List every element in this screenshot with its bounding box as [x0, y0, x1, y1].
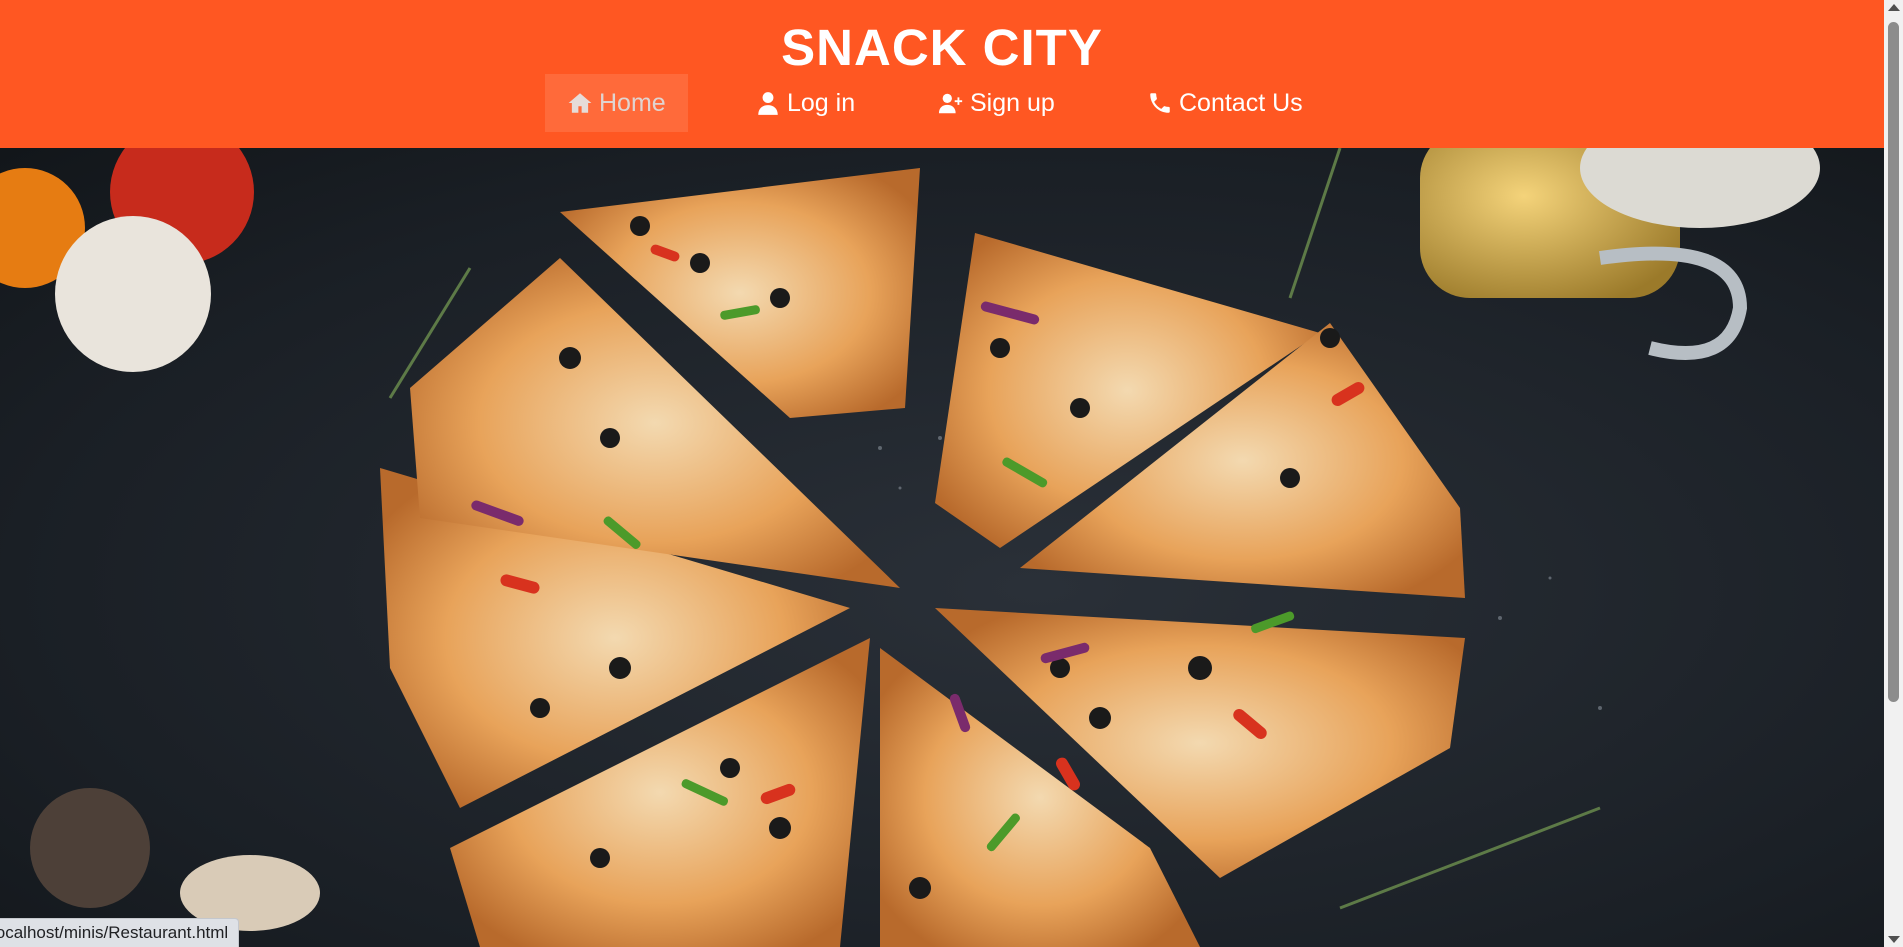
site-header: SNACK CITY Home Log in Sign up Contact U… — [0, 0, 1884, 148]
nav-signup[interactable]: Sign up — [938, 74, 1055, 132]
pizza-slice — [380, 168, 1465, 947]
main-nav: Home Log in Sign up Contact Us — [0, 74, 1884, 132]
nav-contact[interactable]: Contact Us — [1147, 74, 1303, 132]
nav-login-label: Log in — [787, 88, 856, 117]
user-plus-icon — [938, 93, 963, 114]
pizza-illustration — [0, 148, 1820, 947]
scroll-thumb[interactable] — [1888, 22, 1899, 702]
browser-status-bar: localhost/minis/Restaurant.html — [0, 918, 240, 947]
garlic — [55, 216, 211, 372]
nav-home[interactable]: Home — [545, 74, 688, 132]
nav-home-label: Home — [599, 88, 666, 117]
beer-mug — [1420, 148, 1820, 360]
user-icon — [758, 92, 778, 115]
scroll-up-arrow-icon[interactable] — [1888, 4, 1900, 11]
nav-contact-label: Contact Us — [1179, 88, 1303, 117]
nav-signup-label: Sign up — [970, 88, 1055, 117]
status-url: localhost/minis/Restaurant.html — [0, 923, 229, 942]
page-scrollbar[interactable] — [1884, 0, 1903, 947]
scroll-down-arrow-icon[interactable] — [1888, 936, 1900, 943]
home-icon — [568, 93, 592, 113]
phone-icon — [1150, 93, 1170, 113]
hero-pizza-image — [0, 148, 1884, 947]
site-title: SNACK CITY — [781, 19, 1103, 76]
nav-login[interactable]: Log in — [755, 74, 855, 132]
